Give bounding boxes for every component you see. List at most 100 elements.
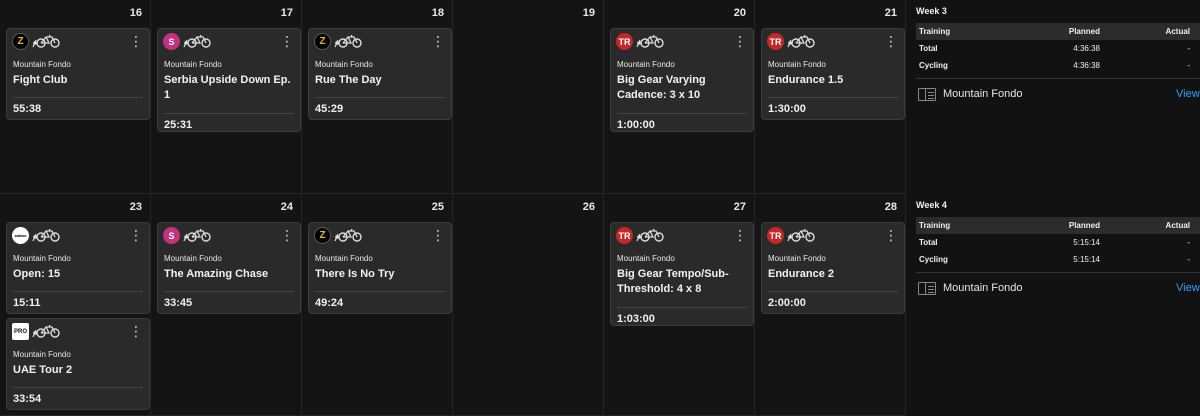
workout-duration: 1:30:00 xyxy=(768,103,806,115)
workout-card[interactable]: Z ⋮ Mountain Fondo Rue The Day 45:29 xyxy=(308,28,452,120)
workout-card[interactable]: Z ⋮ Mountain Fondo Fight Club 55:38 xyxy=(6,28,150,120)
red-logo-icon: TR xyxy=(616,227,633,244)
day-cell[interactable]: 18 Z ⋮ Mountain Fondo Rue The Day 45:29 xyxy=(302,0,453,194)
workout-card[interactable]: TR ⋮ Mountain Fondo Big Gear Varying Cadenc… xyxy=(610,28,754,132)
workout-title: UAE Tour 2 xyxy=(13,364,73,376)
card-divider xyxy=(617,307,747,308)
bike-icon xyxy=(787,228,817,245)
column-header: Actual xyxy=(1165,27,1190,36)
zwift-logo-icon: Z xyxy=(12,33,29,50)
day-cell[interactable]: 26 xyxy=(453,194,604,416)
more-vertical-icon[interactable]: ⋮ xyxy=(733,226,747,244)
workout-title: Endurance 2 xyxy=(768,268,835,280)
bike-icon xyxy=(32,324,62,341)
workout-duration: 49:24 xyxy=(315,297,344,309)
day-number: 20 xyxy=(733,7,746,19)
column-header: Training xyxy=(919,27,951,36)
day-number: 19 xyxy=(582,7,595,19)
summary-row: Cycling 4:36:38 - xyxy=(916,57,1200,74)
workout-card[interactable]: PRO ⋮ Mountain Fondo UAE Tour 2 33:54 xyxy=(6,318,150,410)
more-vertical-icon[interactable]: ⋮ xyxy=(884,32,898,50)
day-cell[interactable]: 16 Z ⋮ Mountain Fondo Fight Club 55:38 xyxy=(0,0,151,194)
workout-card[interactable]: S ⋮ Mountain Fondo The Amazing Chase 33:45 xyxy=(157,222,301,314)
bike-icon xyxy=(636,228,666,245)
workout-card[interactable]: TR ⋮ Mountain Fondo Big Gear Tempo/Sub-Thre… xyxy=(610,222,754,326)
view-plan-link[interactable]: View xyxy=(1176,88,1200,100)
workout-duration: 15:11 xyxy=(13,297,41,309)
day-number: 18 xyxy=(431,7,444,19)
more-vertical-icon[interactable]: ⋮ xyxy=(280,226,294,244)
red-logo-icon: TR xyxy=(767,227,784,244)
row-label: Cycling xyxy=(919,61,948,70)
week-summary: Week 4 Training Planned Actual Total 5:15:14 -… xyxy=(906,194,1200,416)
more-vertical-icon[interactable]: ⋮ xyxy=(129,226,143,244)
more-vertical-icon[interactable]: ⋮ xyxy=(129,322,143,340)
plan-name: Mountain Fondo xyxy=(13,254,71,263)
more-vertical-icon[interactable]: ⋮ xyxy=(280,32,294,50)
day-cell[interactable]: 28 TR ⋮ Mountain Fondo Endurance 2 2:00:00 xyxy=(755,194,906,416)
row-label: Total xyxy=(919,44,938,53)
plan-name: Mountain Fondo xyxy=(617,60,675,69)
training-plan-name: Mountain Fondo xyxy=(943,88,1023,100)
workout-card[interactable]: Z ⋮ Mountain Fondo There Is No Try 49:24 xyxy=(308,222,452,314)
day-cell[interactable]: 20 TR ⋮ Mountain Fondo Big Gear Varying Cade… xyxy=(604,0,755,194)
card-header: Z ⋮ xyxy=(314,227,445,245)
day-cell[interactable]: 17 S ⋮ Mountain Fondo Serbia Upside Down Ep.… xyxy=(151,0,302,194)
bike-icon xyxy=(334,34,364,51)
week-summary: Week 3 Training Planned Actual Total 4:36:38 -… xyxy=(906,0,1200,194)
week-label: Week 4 xyxy=(916,200,947,210)
workout-duration: 33:45 xyxy=(164,297,193,309)
zwift-logo-icon: Z xyxy=(314,33,331,50)
view-plan-link[interactable]: View xyxy=(1176,282,1200,294)
workout-duration: 55:38 xyxy=(13,103,42,115)
day-number: 28 xyxy=(884,201,897,213)
day-number: 25 xyxy=(431,201,444,213)
summary-row: Total 4:36:38 - xyxy=(916,40,1200,57)
bike-icon xyxy=(334,228,364,245)
day-cell[interactable]: 24 S ⋮ Mountain Fondo The Amazing Chase 33:45 xyxy=(151,194,302,416)
column-header: Training xyxy=(919,221,951,230)
actual-value: - xyxy=(1187,44,1190,53)
bike-icon xyxy=(183,34,213,51)
day-number: 16 xyxy=(129,7,142,19)
workout-title: Big Gear Varying Cadence: 3 x 10 xyxy=(617,74,706,101)
workout-card[interactable]: TR ⋮ Mountain Fondo Endurance 2 2:00:00 xyxy=(761,222,905,314)
workout-title: Serbia Upside Down Ep. 1 xyxy=(164,74,291,101)
workout-card[interactable]: wahoo ⋮ Mountain Fondo Open: 15 15:11 xyxy=(6,222,150,314)
workout-card[interactable]: S ⋮ Mountain Fondo Serbia Upside Down Ep. 1… xyxy=(157,28,301,132)
book-icon xyxy=(918,88,936,101)
day-cell[interactable]: 21 TR ⋮ Mountain Fondo Endurance 1.5 1:30:00 xyxy=(755,0,906,194)
workout-title: Big Gear Tempo/Sub-Threshold: 4 x 8 xyxy=(617,268,729,295)
zwift-logo-icon: Z xyxy=(314,227,331,244)
week-label: Week 3 xyxy=(916,6,947,16)
workout-card[interactable]: TR ⋮ Mountain Fondo Endurance 1.5 1:30:00 xyxy=(761,28,905,120)
day-cell[interactable]: 19 xyxy=(453,0,604,194)
actual-value: - xyxy=(1187,255,1190,264)
card-header: Z ⋮ xyxy=(12,33,143,51)
workout-title: The Amazing Chase xyxy=(164,268,269,280)
day-cell[interactable]: 25 Z ⋮ Mountain Fondo There Is No Try 49:24 xyxy=(302,194,453,416)
wahoo-logo-icon: wahoo xyxy=(12,227,29,244)
day-number: 27 xyxy=(733,201,746,213)
pro-logo-icon: PRO xyxy=(12,323,29,340)
plan-name: Mountain Fondo xyxy=(13,60,71,69)
day-cell[interactable]: 23 wahoo ⋮ Mountain Fondo Open: 15 15:11 PRO ⋮ M… xyxy=(0,194,151,416)
workout-duration: 2:00:00 xyxy=(768,297,806,309)
card-header: wahoo ⋮ xyxy=(12,227,143,245)
workout-duration: 1:03:00 xyxy=(617,313,655,325)
day-number: 17 xyxy=(280,7,293,19)
more-vertical-icon[interactable]: ⋮ xyxy=(129,32,143,50)
day-cell[interactable]: 27 TR ⋮ Mountain Fondo Big Gear Tempo/Sub-Th… xyxy=(604,194,755,416)
workout-title: Fight Club xyxy=(13,74,68,86)
bike-icon xyxy=(32,34,62,51)
card-header: S ⋮ xyxy=(163,227,294,245)
more-vertical-icon[interactable]: ⋮ xyxy=(431,226,445,244)
red-logo-icon: TR xyxy=(616,33,633,50)
actual-value: - xyxy=(1187,61,1190,70)
more-vertical-icon[interactable]: ⋮ xyxy=(431,32,445,50)
card-header: TR ⋮ xyxy=(616,33,747,51)
summary-row: Cycling 5:15:14 - xyxy=(916,251,1200,268)
more-vertical-icon[interactable]: ⋮ xyxy=(884,226,898,244)
card-divider xyxy=(164,113,294,114)
more-vertical-icon[interactable]: ⋮ xyxy=(733,32,747,50)
